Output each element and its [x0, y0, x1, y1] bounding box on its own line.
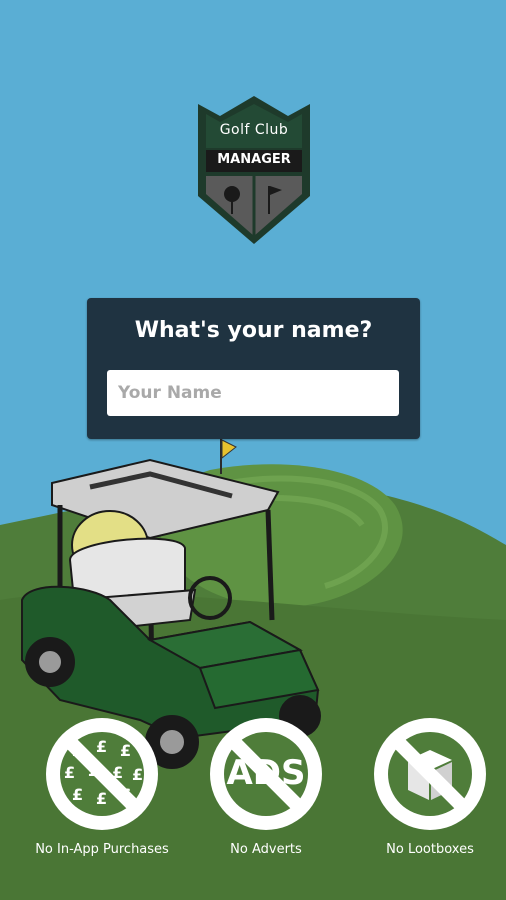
name-input[interactable] [107, 370, 399, 416]
no-in-app-purchases-label: No In-App Purchases [35, 842, 169, 857]
no-ads-icon: ADS [210, 718, 322, 830]
no-lootbox-icon [374, 718, 486, 830]
svg-text:£: £ [96, 737, 107, 756]
no-in-app-purchases-badge: £££ ££££ £££ [44, 716, 160, 832]
logo-title-line1: Golf Club [219, 122, 289, 138]
no-lootboxes-badge [372, 716, 488, 832]
name-prompt-title: What's your name? [134, 318, 373, 343]
svg-text:£: £ [96, 789, 107, 808]
logo-title-line2: MANAGER [217, 152, 291, 167]
no-adverts-badge: ADS [208, 716, 324, 832]
svg-text:£: £ [132, 765, 143, 784]
svg-text:£: £ [64, 763, 75, 782]
no-adverts-label: No Adverts [230, 842, 302, 857]
name-prompt-card: What's your name? [87, 298, 420, 439]
no-lootboxes-label: No Lootboxes [386, 842, 474, 857]
svg-text:£: £ [120, 741, 131, 760]
no-pound-icon: £££ ££££ £££ [46, 718, 158, 830]
golf-club-manager-logo: Golf Club MANAGER [196, 96, 312, 246]
svg-text:£: £ [72, 785, 83, 804]
